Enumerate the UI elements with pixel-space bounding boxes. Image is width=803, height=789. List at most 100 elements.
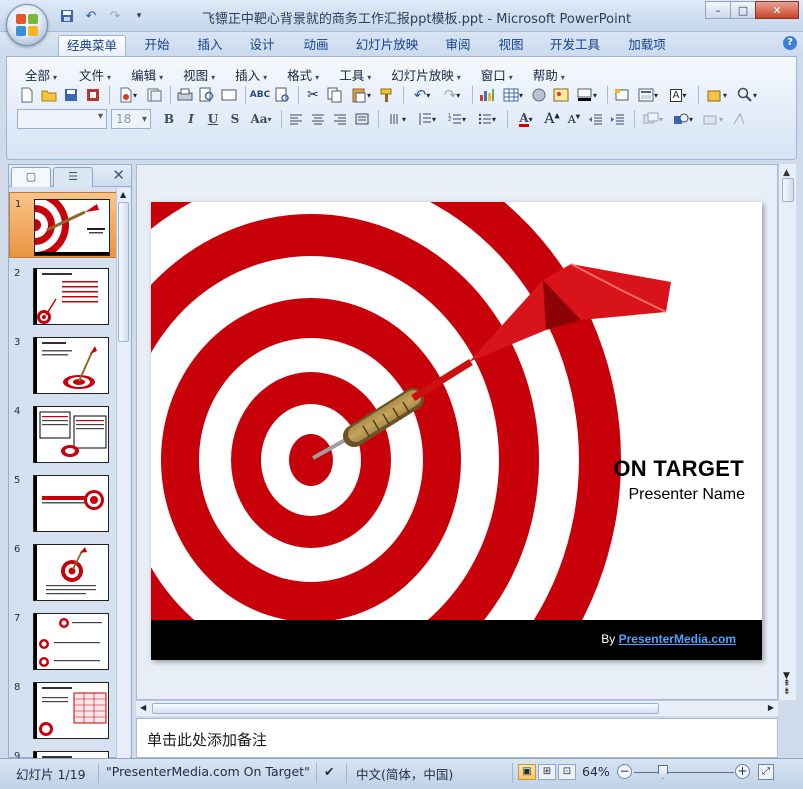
tab-developer[interactable]: 开发工具 [544,35,606,56]
zoom-level[interactable]: 64% [582,764,610,779]
slide-sorter-view-button[interactable]: ⊞ [538,764,556,780]
scroll-left-icon[interactable]: ◀ [140,703,146,712]
slide-horizontal-scrollbar[interactable]: ◀ ▶ [136,700,778,716]
print-preview-icon[interactable] [197,85,217,105]
scrollbar-thumb[interactable] [118,202,129,342]
thumbnail-slide-5[interactable]: 5 [9,469,117,535]
thumbnail-slide-2[interactable]: 2 [9,262,117,328]
slide-byline[interactable]: By PresenterMedia.com [601,632,736,646]
paste-icon[interactable]: ▾ [347,85,375,105]
menu-file[interactable]: 文件 ▾ [71,65,119,84]
slide-subtitle[interactable]: Presenter Name [629,486,746,504]
underline-button[interactable]: U [203,109,223,129]
slide-vertical-scrollbar[interactable]: ▲ ▼ ⇞ ⇟ [778,164,796,700]
slide-view-icon[interactable] [219,85,239,105]
thumbnail-slide-8[interactable]: 8 [9,676,117,742]
notes-pane[interactable]: 单击此处添加备注 [136,718,778,758]
copy-icon[interactable] [325,85,345,105]
font-color-icon[interactable]: A ▾ [512,109,540,129]
bullets-icon[interactable]: ▾ [473,109,501,129]
presentermedia-link[interactable]: PresenterMedia.com [619,632,736,646]
increase-indent-icon[interactable] [608,109,628,129]
outline-tab[interactable]: ☰ [53,167,93,187]
scroll-up-icon[interactable]: ▲ [783,168,790,178]
scroll-right-icon[interactable]: ▶ [768,703,774,712]
font-name-select[interactable] [17,109,107,129]
maximize-button[interactable]: □ [730,1,756,19]
fit-slide-button[interactable]: ⤢ [758,764,774,780]
slide-nav-arrows[interactable]: ▼ ⇞ ⇟ [783,672,791,697]
scroll-up-icon[interactable]: ▲ [120,190,126,199]
slideshow-view-button[interactable]: ⊡ [558,764,576,780]
numbering-icon[interactable]: 1 2 ▾ [443,109,471,129]
spell-check-icon[interactable]: ✔ [324,764,334,779]
align-right-icon[interactable] [330,109,350,129]
cut-icon[interactable]: ✂ [303,85,323,105]
redo-icon[interactable]: ↷ ▾ [438,85,466,105]
change-case-button[interactable]: Aa ▾ [247,109,275,129]
slide-title[interactable]: ON TARGET [613,456,744,482]
text-direction-icon[interactable]: ▾ [383,109,411,129]
shapes-gallery-icon[interactable]: ▾ [669,109,697,129]
decrease-indent-icon[interactable] [586,109,606,129]
font-size-select[interactable]: 18 [111,109,151,129]
notes-placeholder[interactable]: 单击此处添加备注 [147,729,267,750]
zoom-slider-thumb[interactable] [658,765,668,779]
line-spacing-icon[interactable]: ▾ [413,109,441,129]
menu-all[interactable]: 全部 ▾ [17,65,65,84]
spelling-icon[interactable]: ABC [250,85,270,105]
permission-icon[interactable] [83,85,103,105]
align-left-icon[interactable] [286,109,306,129]
tab-addins[interactable]: 加载项 [620,35,674,56]
new-slide-icon[interactable] [612,85,632,105]
help-icon[interactable]: ? [783,36,797,50]
thumbnail-slide-7[interactable]: 7 [9,607,117,673]
menu-insert[interactable]: 插入 ▾ [227,65,275,84]
format-painter-icon[interactable] [377,85,397,105]
grow-font-icon[interactable]: A▲ [542,109,562,129]
shrink-font-icon[interactable]: A▼ [564,109,584,129]
menu-window[interactable]: 窗口 ▾ [473,65,521,84]
justify-icon[interactable] [352,109,372,129]
menu-slideshow[interactable]: 幻灯片放映 ▾ [383,65,469,84]
office-button[interactable] [6,4,48,46]
shadow-button[interactable]: S [225,109,245,129]
italic-button[interactable]: I [181,109,201,129]
new-icon[interactable] [17,85,37,105]
scrollbar-thumb[interactable] [782,178,794,202]
publish-icon[interactable] [144,85,164,105]
color-fill-icon[interactable]: ▾ [573,85,601,105]
close-pane-icon[interactable]: ✕ [112,166,125,184]
print-icon[interactable] [175,85,195,105]
text-box-icon[interactable]: A ▾ [664,85,692,105]
clipart-icon[interactable] [529,85,549,105]
thumbnail-slide-3[interactable]: 3 [9,331,117,397]
thumbnail-slide-4[interactable]: 4 [9,400,117,466]
menu-tools[interactable]: 工具 ▾ [331,65,379,84]
slides-tab[interactable]: ▢ [11,167,51,187]
thumbnail-slide-9[interactable]: 9 [9,745,117,758]
table-icon[interactable]: ▾ [499,85,527,105]
tab-animation[interactable]: 动画 [296,35,336,56]
close-button[interactable]: ✕ [755,1,799,19]
arrange-icon[interactable]: ▾ [699,109,727,129]
normal-view-button[interactable]: ▣ [518,764,536,780]
undo-icon[interactable]: ↶ ▾ [408,85,436,105]
tab-view[interactable]: 视图 [491,35,531,56]
bold-button[interactable]: B [159,109,179,129]
tab-slideshow[interactable]: 幻灯片放映 [350,35,424,56]
research-icon[interactable] [272,85,292,105]
tab-home[interactable]: 开始 [136,35,178,56]
chart-icon[interactable] [477,85,497,105]
menu-view[interactable]: 视图 ▾ [175,65,223,84]
save-icon[interactable] [61,85,81,105]
design-icon[interactable]: ▾ [639,109,667,129]
tab-review[interactable]: 审阅 [438,35,478,56]
menu-edit[interactable]: 编辑 ▾ [123,65,171,84]
language-indicator[interactable]: 中文(简体，中国) [356,764,453,783]
zoom-in-button[interactable]: + [735,764,750,779]
open-icon[interactable] [39,85,59,105]
tab-classic-menu[interactable]: 经典菜单 [58,35,126,56]
minimize-button[interactable]: – [705,1,731,19]
tab-design[interactable]: 设计 [242,35,282,56]
